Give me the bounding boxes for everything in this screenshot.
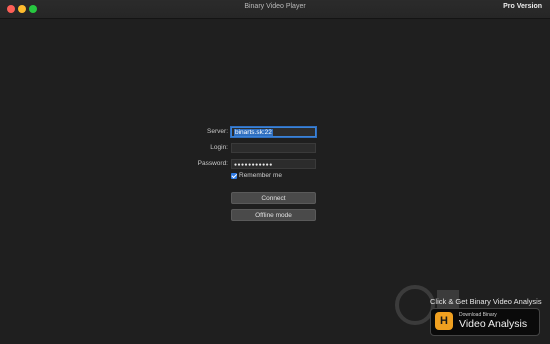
- title-bar: Binary Video Player Pro Version: [0, 0, 550, 19]
- password-input-value: ●●●●●●●●●●●: [234, 162, 273, 168]
- pro-version-link[interactable]: Pro Version: [503, 3, 542, 10]
- server-input-value: binarts.sk:22: [234, 129, 273, 136]
- password-label: Password:: [197, 160, 228, 167]
- server-label: Server:: [207, 128, 228, 135]
- password-input[interactable]: ●●●●●●●●●●●: [231, 159, 316, 169]
- window-title: Binary Video Player: [244, 3, 306, 10]
- remember-me-checkbox[interactable]: [231, 173, 237, 179]
- download-badge-button[interactable]: H Download Binary Video Analysis: [430, 308, 540, 336]
- offline-mode-button[interactable]: Offline mode: [231, 209, 316, 221]
- login-input[interactable]: [231, 143, 316, 153]
- badge-big-text: Video Analysis: [459, 318, 528, 330]
- server-input[interactable]: binarts.sk:22: [231, 127, 316, 137]
- app-window: Binary Video Player Pro Version Server: …: [0, 0, 550, 344]
- promo-headline[interactable]: Click & Get Binary Video Analysis: [430, 297, 542, 306]
- binary-app-icon: H: [435, 312, 453, 330]
- login-label: Login:: [210, 144, 228, 151]
- remember-me-label[interactable]: Remember me: [239, 172, 282, 179]
- connect-button[interactable]: Connect: [231, 192, 316, 204]
